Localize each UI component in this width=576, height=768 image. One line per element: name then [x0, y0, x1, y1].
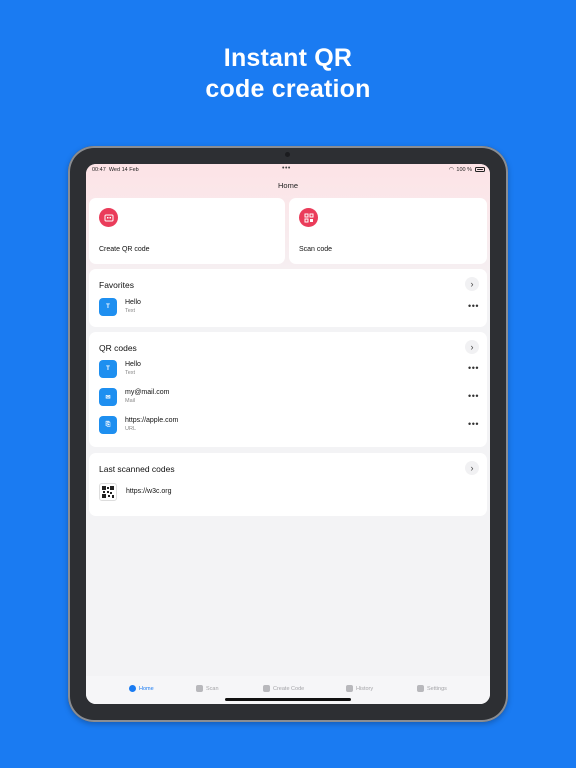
battery-percent: 100 %: [456, 167, 472, 173]
promo-line-1: Instant QR: [223, 44, 353, 72]
multitasking-dots-icon[interactable]: •••: [282, 165, 291, 172]
item-subtitle: Text: [125, 370, 136, 376]
qr-code-thumbnail-icon: [99, 483, 117, 501]
last-scanned-title: Last scanned codes: [99, 464, 175, 474]
tab-settings[interactable]: Settings: [417, 685, 447, 692]
more-options-icon[interactable]: •••: [468, 301, 479, 311]
list-item[interactable]: T Hello Text •••: [99, 298, 479, 320]
create-qr-card[interactable]: Create QR code: [89, 198, 285, 264]
tablet-frame: 00:47 Wed 14 Feb ••• ◠ 100 % Home Create…: [68, 146, 508, 722]
battery-icon: [475, 167, 485, 172]
qr-codes-chevron-right-icon[interactable]: ›: [465, 340, 479, 354]
favorites-chevron-right-icon[interactable]: ›: [465, 277, 479, 291]
plus-icon: [263, 685, 270, 692]
list-item[interactable]: ⎘ https://apple.com URL •••: [99, 416, 479, 438]
item-title: my@mail.com: [125, 389, 170, 396]
url-type-icon: ⎘: [99, 416, 117, 434]
page-title: Home: [277, 181, 298, 190]
more-options-icon[interactable]: •••: [468, 419, 479, 429]
promo-headline: Instant QR code creation: [0, 43, 576, 105]
promo-line-2: code creation: [205, 75, 371, 103]
scan-tab-icon: [196, 685, 203, 692]
app-screen: 00:47 Wed 14 Feb ••• ◠ 100 % Home Create…: [86, 164, 490, 704]
item-title: Hello: [125, 361, 141, 368]
text-type-icon: T: [99, 360, 117, 378]
tab-home[interactable]: Home: [129, 685, 154, 692]
tab-history[interactable]: History: [346, 685, 373, 692]
scan-icon: [299, 208, 318, 227]
wifi-icon: ◠: [448, 167, 454, 173]
camera-icon: [285, 152, 290, 157]
scanned-url: https://w3c.org: [126, 488, 172, 495]
list-item[interactable]: ✉ my@mail.com Mail •••: [99, 388, 479, 410]
status-date: Wed 14 Feb: [108, 167, 139, 173]
qr-codes-title: QR codes: [99, 343, 137, 353]
last-scanned-section: Last scanned codes › https://w3c.org: [89, 453, 487, 516]
scan-code-label: Scan code: [299, 246, 333, 253]
item-subtitle: Text: [125, 308, 136, 314]
item-title: https://apple.com: [125, 417, 179, 424]
mail-type-icon: ✉: [99, 388, 117, 406]
home-indicator[interactable]: [225, 698, 351, 701]
clock-icon: [346, 685, 353, 692]
text-type-icon: T: [99, 298, 117, 316]
tab-bar: Home Scan Create Code History Settings: [86, 676, 490, 704]
favorites-section: Favorites › T Hello Text •••: [89, 269, 487, 327]
gear-icon: [417, 685, 424, 692]
item-title: Hello: [125, 299, 141, 306]
create-qr-label: Create QR code: [99, 246, 150, 253]
scan-code-card[interactable]: Scan code: [289, 198, 487, 264]
qr-codes-section: QR codes › T Hello Text ••• ✉ my@mail.co…: [89, 332, 487, 447]
tab-scan[interactable]: Scan: [196, 685, 219, 692]
favorites-title: Favorites: [99, 280, 134, 290]
status-bar: 00:47 Wed 14 Feb ••• ◠ 100 %: [86, 164, 490, 176]
item-subtitle: Mail: [125, 398, 136, 404]
last-scanned-chevron-right-icon[interactable]: ›: [465, 461, 479, 475]
item-subtitle: URL: [125, 426, 137, 432]
tab-create-code[interactable]: Create Code: [263, 685, 304, 692]
more-options-icon[interactable]: •••: [468, 363, 479, 373]
home-icon: [129, 685, 136, 692]
more-options-icon[interactable]: •••: [468, 391, 479, 401]
list-item[interactable]: https://w3c.org: [99, 483, 479, 505]
create-qr-icon: [99, 208, 118, 227]
list-item[interactable]: T Hello Text •••: [99, 360, 479, 382]
status-time: 00:47: [92, 167, 106, 173]
